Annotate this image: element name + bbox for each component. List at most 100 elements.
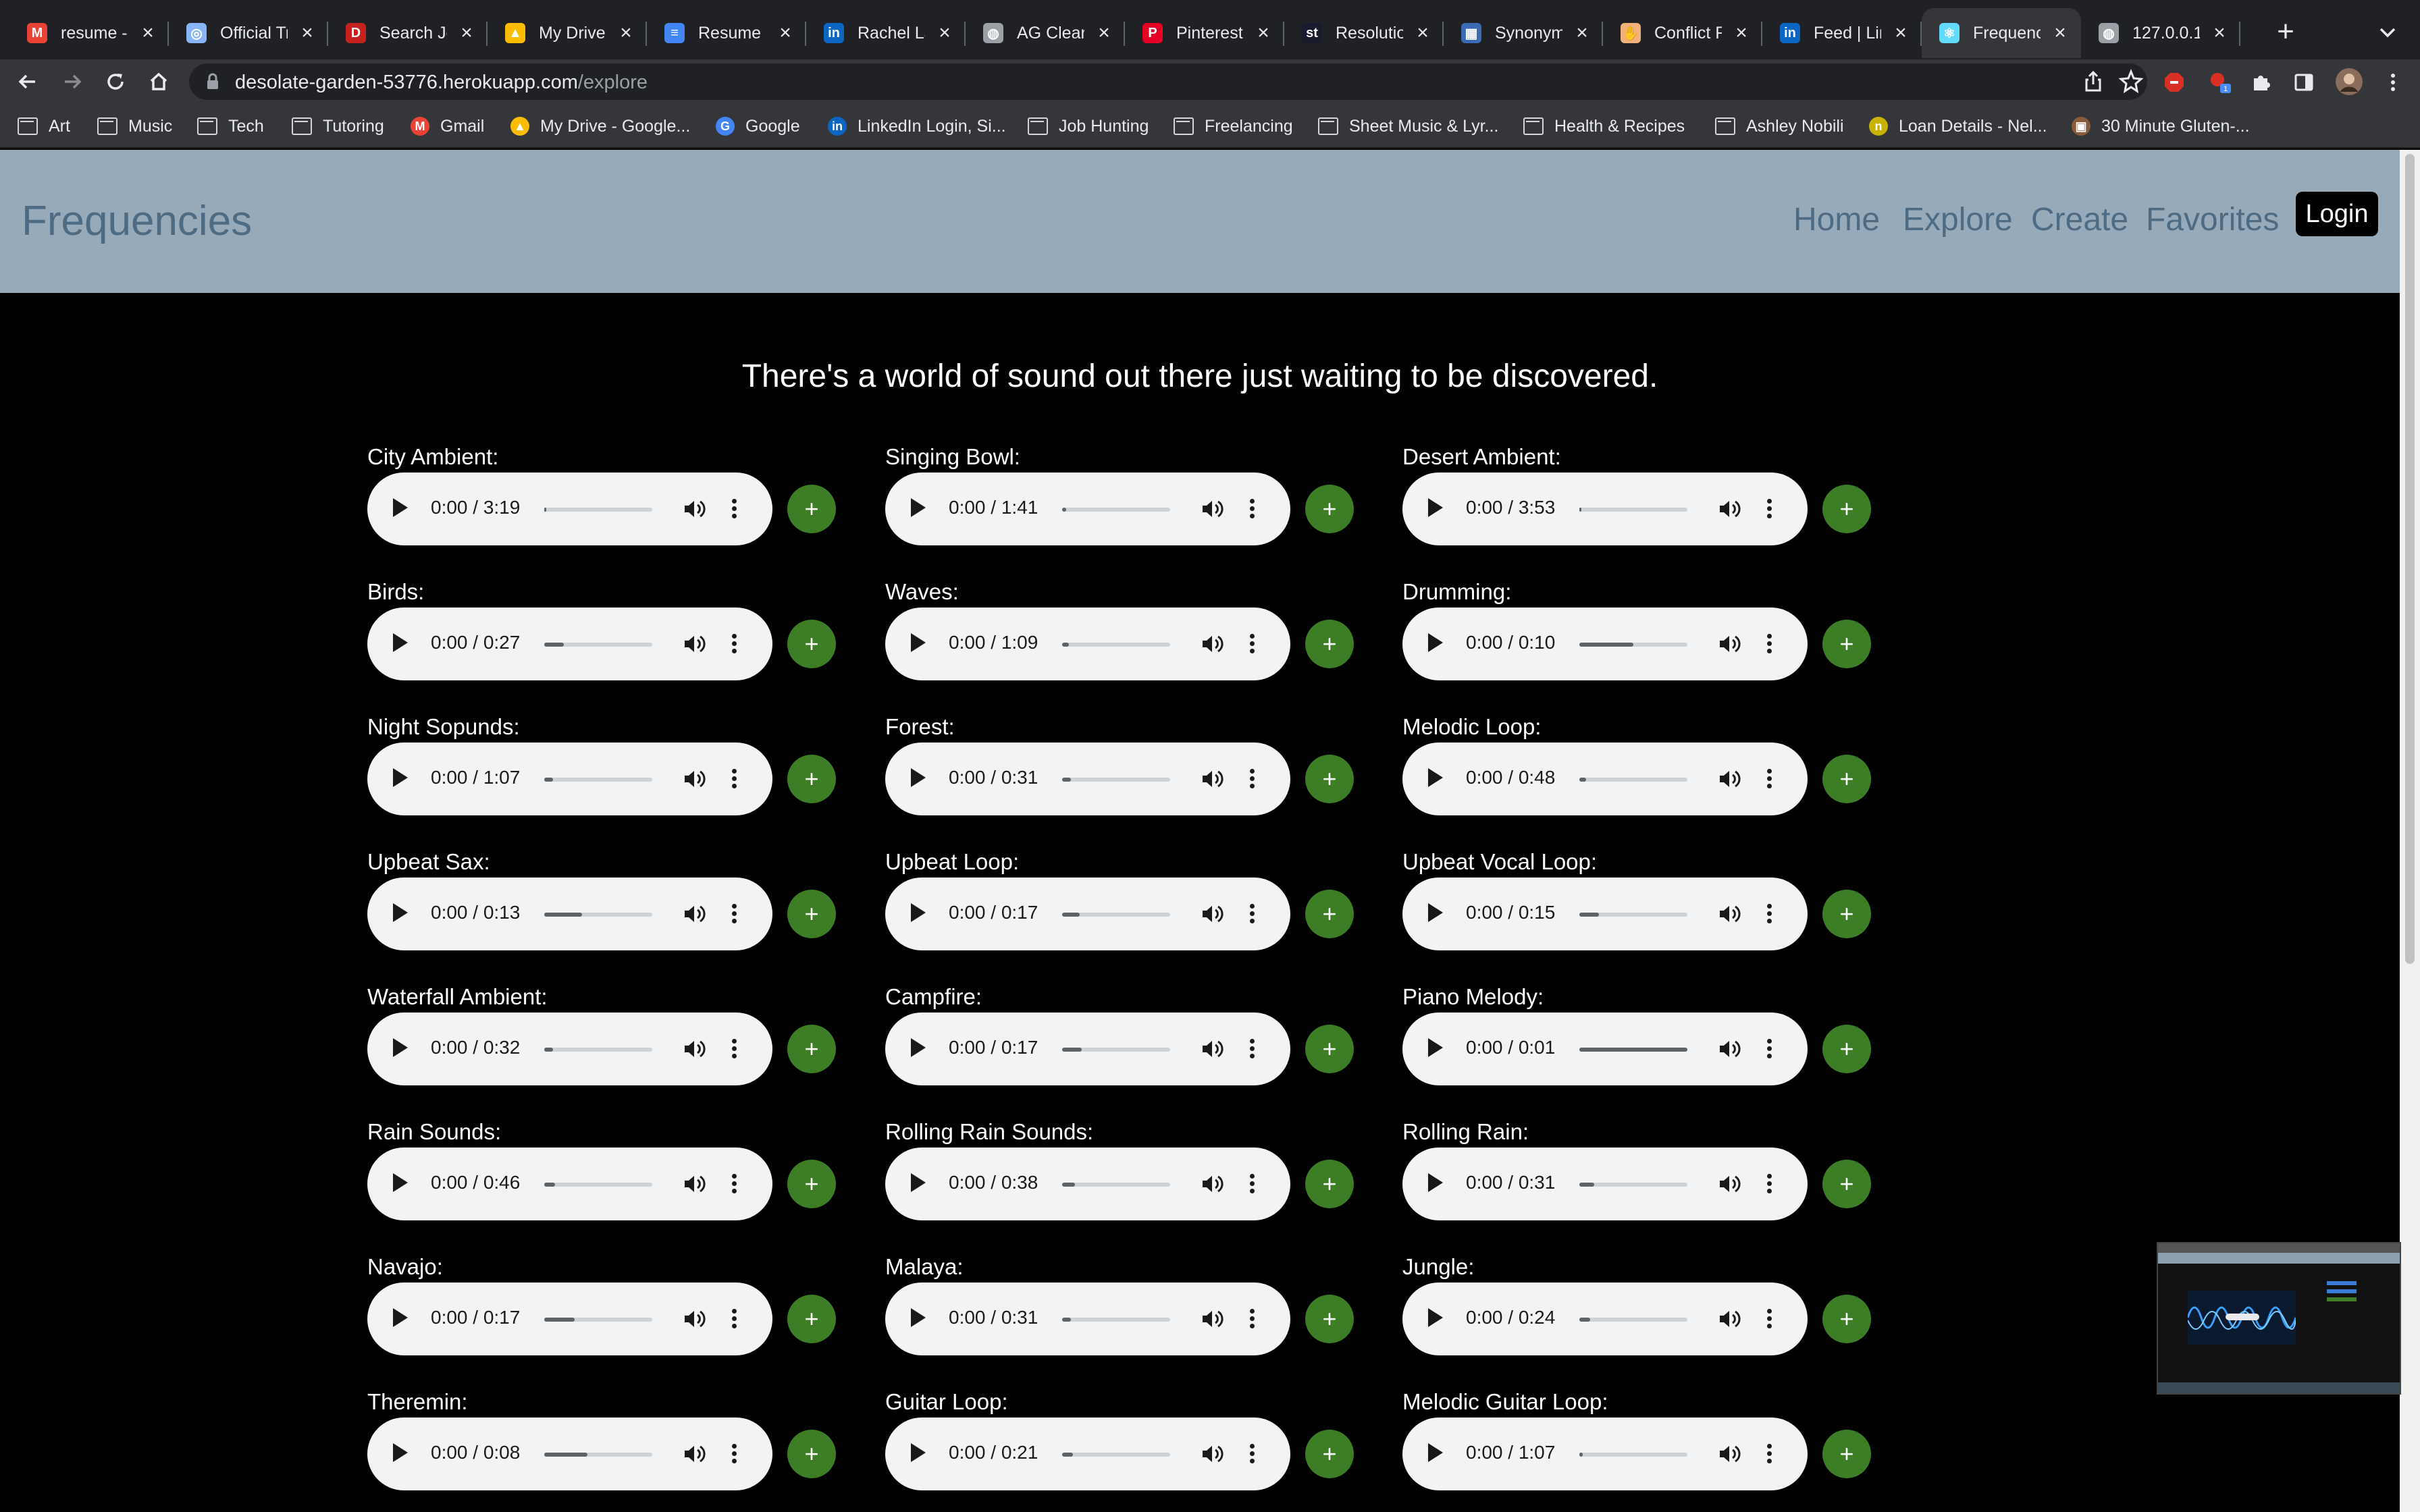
- play-icon[interactable]: [911, 903, 926, 922]
- add-to-favorites-button[interactable]: +: [1822, 1295, 1871, 1343]
- play-icon[interactable]: [911, 1308, 926, 1327]
- audio-player[interactable]: 0:00 / 0:24: [1402, 1282, 1808, 1355]
- play-icon[interactable]: [911, 1038, 926, 1057]
- play-icon[interactable]: [1428, 1038, 1443, 1057]
- audio-player[interactable]: 0:00 / 0:48: [1402, 742, 1808, 815]
- volume-icon[interactable]: [682, 1307, 706, 1331]
- more-options-icon[interactable]: [1766, 1442, 1772, 1466]
- scrollbar-thumb[interactable]: [2405, 154, 2415, 964]
- audio-player[interactable]: 0:00 / 0:01: [1402, 1013, 1808, 1085]
- add-to-favorites-button[interactable]: +: [1822, 485, 1871, 533]
- play-icon[interactable]: [393, 1173, 408, 1192]
- add-to-favorites-button[interactable]: +: [787, 1430, 836, 1478]
- more-options-icon[interactable]: [1248, 767, 1255, 791]
- audio-player[interactable]: 0:00 / 0:10: [1402, 608, 1808, 680]
- add-to-favorites-button[interactable]: +: [787, 890, 836, 938]
- more-options-icon[interactable]: [1766, 1172, 1772, 1196]
- play-icon[interactable]: [393, 1038, 408, 1057]
- more-options-icon[interactable]: [1248, 632, 1255, 656]
- volume-icon[interactable]: [1717, 902, 1741, 926]
- audio-player[interactable]: 0:00 / 0:31: [885, 742, 1290, 815]
- volume-icon[interactable]: [1717, 632, 1741, 656]
- seek-slider[interactable]: [1579, 1453, 1687, 1457]
- play-icon[interactable]: [393, 1443, 408, 1462]
- audio-player[interactable]: 0:00 / 3:19: [367, 473, 772, 545]
- play-icon[interactable]: [1428, 498, 1443, 517]
- audio-player[interactable]: 0:00 / 0:17: [885, 1013, 1290, 1085]
- seek-slider[interactable]: [1062, 913, 1170, 917]
- play-icon[interactable]: [393, 633, 408, 652]
- more-options-icon[interactable]: [731, 1037, 737, 1061]
- play-icon[interactable]: [911, 1443, 926, 1462]
- add-to-favorites-button[interactable]: +: [1822, 620, 1871, 668]
- volume-icon[interactable]: [1717, 767, 1741, 791]
- add-to-favorites-button[interactable]: +: [1305, 1025, 1354, 1073]
- audio-player[interactable]: 0:00 / 1:07: [367, 742, 772, 815]
- seek-slider[interactable]: [1579, 508, 1687, 512]
- seek-slider[interactable]: [544, 778, 652, 782]
- seek-slider[interactable]: [544, 1048, 652, 1052]
- volume-icon[interactable]: [1717, 1037, 1741, 1061]
- audio-player[interactable]: 0:00 / 0:21: [885, 1418, 1290, 1490]
- add-to-favorites-button[interactable]: +: [1305, 1430, 1354, 1478]
- seek-slider[interactable]: [1579, 643, 1687, 647]
- audio-player[interactable]: 0:00 / 0:17: [367, 1282, 772, 1355]
- audio-player[interactable]: 0:00 / 0:13: [367, 878, 772, 950]
- audio-player[interactable]: 0:00 / 0:46: [367, 1148, 772, 1220]
- seek-slider[interactable]: [544, 508, 652, 512]
- more-options-icon[interactable]: [1248, 1307, 1255, 1331]
- page-scrollbar[interactable]: [2400, 150, 2420, 1512]
- volume-icon[interactable]: [1717, 1172, 1741, 1196]
- play-icon[interactable]: [1428, 633, 1443, 652]
- audio-player[interactable]: 0:00 / 0:17: [885, 878, 1290, 950]
- play-icon[interactable]: [911, 768, 926, 787]
- add-to-favorites-button[interactable]: +: [1305, 620, 1354, 668]
- add-to-favorites-button[interactable]: +: [1305, 755, 1354, 803]
- more-options-icon[interactable]: [731, 1442, 737, 1466]
- seek-slider[interactable]: [1579, 778, 1687, 782]
- add-to-favorites-button[interactable]: +: [787, 620, 836, 668]
- seek-slider[interactable]: [544, 643, 652, 647]
- volume-icon[interactable]: [1717, 497, 1741, 521]
- audio-player[interactable]: 0:00 / 0:08: [367, 1418, 772, 1490]
- play-icon[interactable]: [393, 903, 408, 922]
- add-to-favorites-button[interactable]: +: [1305, 890, 1354, 938]
- volume-icon[interactable]: [1200, 902, 1224, 926]
- audio-player[interactable]: 0:00 / 1:07: [1402, 1418, 1808, 1490]
- seek-slider[interactable]: [1579, 1183, 1687, 1187]
- play-icon[interactable]: [1428, 1173, 1443, 1192]
- seek-slider[interactable]: [1579, 1048, 1687, 1052]
- more-options-icon[interactable]: [1766, 1037, 1772, 1061]
- seek-slider[interactable]: [544, 1183, 652, 1187]
- more-options-icon[interactable]: [1248, 1037, 1255, 1061]
- audio-player[interactable]: 0:00 / 1:09: [885, 608, 1290, 680]
- audio-player[interactable]: 0:00 / 0:15: [1402, 878, 1808, 950]
- volume-icon[interactable]: [682, 902, 706, 926]
- add-to-favorites-button[interactable]: +: [787, 1160, 836, 1208]
- more-options-icon[interactable]: [1766, 902, 1772, 926]
- volume-icon[interactable]: [682, 1442, 706, 1466]
- play-icon[interactable]: [1428, 1308, 1443, 1327]
- audio-player[interactable]: 0:00 / 1:41: [885, 473, 1290, 545]
- play-icon[interactable]: [1428, 903, 1443, 922]
- seek-slider[interactable]: [544, 1318, 652, 1322]
- seek-slider[interactable]: [1062, 508, 1170, 512]
- more-options-icon[interactable]: [731, 902, 737, 926]
- add-to-favorites-button[interactable]: +: [1822, 1430, 1871, 1478]
- more-options-icon[interactable]: [1248, 1172, 1255, 1196]
- play-icon[interactable]: [393, 768, 408, 787]
- seek-slider[interactable]: [1062, 1453, 1170, 1457]
- volume-icon[interactable]: [1717, 1442, 1741, 1466]
- seek-slider[interactable]: [1062, 778, 1170, 782]
- more-options-icon[interactable]: [731, 1307, 737, 1331]
- add-to-favorites-button[interactable]: +: [1822, 755, 1871, 803]
- add-to-favorites-button[interactable]: +: [1822, 1025, 1871, 1073]
- seek-slider[interactable]: [1062, 1183, 1170, 1187]
- add-to-favorites-button[interactable]: +: [1822, 1160, 1871, 1208]
- audio-player[interactable]: 0:00 / 0:27: [367, 608, 772, 680]
- add-to-favorites-button[interactable]: +: [787, 1025, 836, 1073]
- volume-icon[interactable]: [1200, 1442, 1224, 1466]
- volume-icon[interactable]: [1200, 767, 1224, 791]
- audio-player[interactable]: 0:00 / 3:53: [1402, 473, 1808, 545]
- volume-icon[interactable]: [682, 1037, 706, 1061]
